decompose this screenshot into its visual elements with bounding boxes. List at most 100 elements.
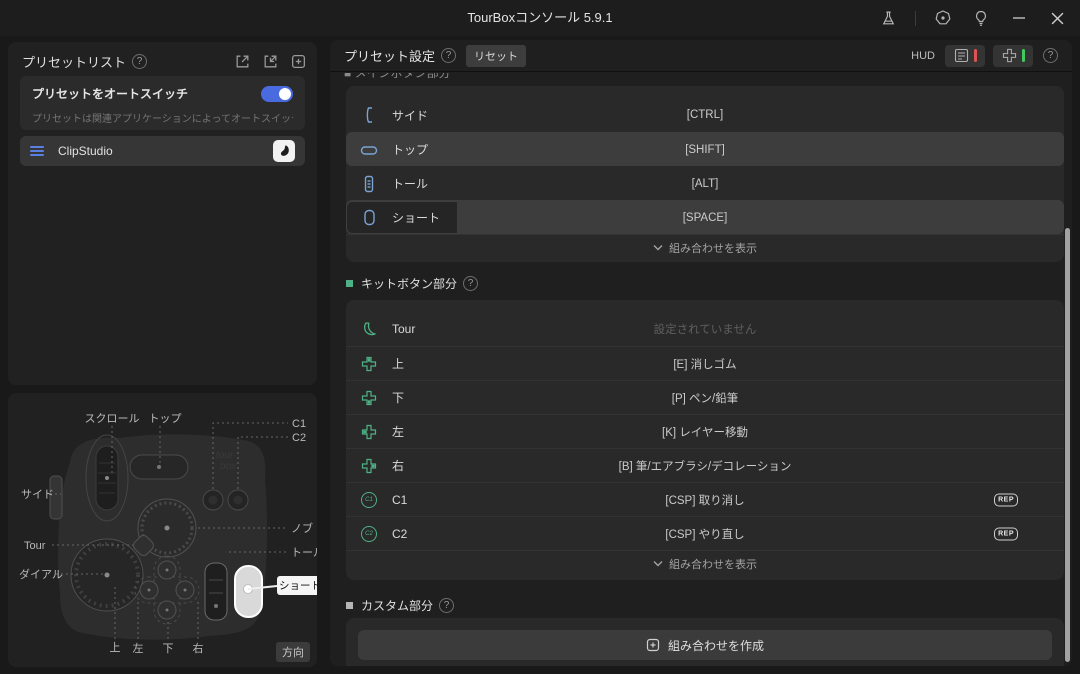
titlebar: TourBoxコンソール 5.9.1 (0, 0, 1080, 36)
settings-icon[interactable] (932, 7, 954, 29)
plus-square-icon (646, 638, 660, 652)
section-title: キットボタン部分 (361, 275, 457, 292)
binding-row-tour[interactable]: Tour 設定されていません (346, 312, 1064, 346)
hud-help-icon[interactable]: ? (1043, 48, 1058, 63)
device-short-tooltip: ショート (277, 576, 317, 595)
binding-value: [CSP] やり直し (346, 526, 1064, 542)
device-label-down: 下 (163, 643, 174, 655)
binding-row-short[interactable]: ショート [SPACE] (346, 200, 1064, 234)
rep-badge: REP (994, 493, 1018, 506)
device-label-tall: トール (291, 547, 317, 559)
binding-row-dpad-left[interactable]: 左 [K] レイヤー移動 (346, 414, 1064, 448)
kit-buttons-section-header: キットボタン部分 ? (346, 274, 478, 292)
hint-bulb-icon[interactable] (970, 7, 992, 29)
autoswitch-toggle[interactable] (261, 86, 293, 102)
vertical-scrollbar[interactable] (1065, 228, 1070, 662)
create-combination-button[interactable]: 組み合わせを作成 (358, 630, 1052, 660)
preset-list-title: プリセットリスト (22, 52, 126, 71)
binding-label: 上 (392, 355, 404, 372)
custom-section-header: カスタム部分 ? (346, 596, 454, 614)
close-button[interactable] (1046, 7, 1068, 29)
binding-label: 下 (392, 389, 404, 406)
device-label-c2: C2 (292, 432, 306, 444)
preset-name: ClipStudio (58, 144, 113, 158)
binding-row-dpad-down[interactable]: 下 [P] ペン/鉛筆 (346, 380, 1064, 414)
binding-row-dpad-up[interactable]: 上 [E] 消しゴム (346, 346, 1064, 380)
device-label-short: ショート (279, 580, 317, 592)
binding-label: 左 (392, 423, 404, 440)
device-tall-button[interactable] (205, 563, 227, 620)
binding-value: [SPACE] (346, 212, 1064, 224)
drag-handle-icon[interactable] (30, 146, 44, 156)
binding-value: [CSP] 取り消し (346, 492, 1064, 508)
autoswitch-description: プリセットは関連アプリケーションによってオートスイッチされます。 (32, 110, 293, 125)
hud-list-icon (954, 48, 969, 63)
binding-value: [E] 消しゴム (346, 356, 1064, 372)
binding-value: 設定されていません (346, 321, 1064, 337)
direction-mode-button[interactable]: 方向 (276, 642, 310, 662)
binding-label: ショート (392, 209, 440, 226)
export-preset-icon[interactable] (233, 52, 251, 70)
main-buttons-card: サイド [CTRL] トップ [SHIFT] トール [ALT] (346, 86, 1064, 262)
settings-title: プリセット設定 (344, 46, 435, 65)
lab-flask-icon[interactable] (877, 7, 899, 29)
section-title: カスタム部分 (361, 597, 433, 614)
footer-label: 組み合わせを表示 (669, 556, 757, 572)
device-label-tour: Tour (24, 540, 46, 552)
short-button-icon (360, 209, 378, 227)
binding-value: [CTRL] (346, 109, 1064, 121)
binding-row-c1[interactable]: C1 C1 [CSP] 取り消し REP (346, 482, 1064, 516)
binding-label: Tour (392, 322, 415, 336)
preset-list-help-icon[interactable]: ? (132, 54, 147, 69)
binding-label: 右 (392, 457, 404, 474)
device-label-top: トップ (149, 412, 182, 425)
hud-list-toggle[interactable] (945, 45, 985, 67)
binding-value: [ALT] (346, 178, 1064, 190)
minimize-button[interactable] (1008, 7, 1030, 29)
device-logo-line1: tour (216, 450, 234, 461)
footer-label: 組み合わせを表示 (669, 240, 757, 256)
rep-badge: REP (994, 527, 1018, 540)
binding-value: [P] ペン/鉛筆 (346, 390, 1064, 406)
preset-settings-panel: プリセット設定 ? リセット HUD ? ■ メインボタン部分 (330, 40, 1072, 666)
show-combinations-link[interactable]: 組み合わせを表示 (346, 234, 1064, 260)
import-preset-icon[interactable] (261, 52, 279, 70)
settings-header: プリセット設定 ? リセット HUD ? (330, 40, 1072, 72)
binding-row-c2[interactable]: C2 C2 [CSP] やり直し REP (346, 516, 1064, 550)
add-preset-icon[interactable] (289, 52, 307, 70)
hud-dpad-toggle[interactable] (993, 45, 1033, 67)
device-label-scroll: スクロール (85, 412, 140, 425)
binding-label: トール (392, 175, 428, 192)
show-combinations-link[interactable]: 組み合わせを表示 (346, 550, 1064, 576)
custom-card: 組み合わせを作成 (346, 618, 1064, 666)
kit-help-icon[interactable]: ? (463, 276, 478, 291)
device-label-right: 右 (193, 641, 204, 655)
settings-help-icon[interactable]: ? (441, 48, 456, 63)
binding-row-dpad-right[interactable]: 右 [B] 筆/エアブラシ/デコレーション (346, 448, 1064, 482)
binding-row-tall[interactable]: トール [ALT] (346, 166, 1064, 200)
section-bullet (346, 280, 353, 287)
reset-button[interactable]: リセット (466, 45, 526, 67)
binding-label: サイド (392, 107, 428, 124)
device-label-c1: C1 (292, 418, 306, 430)
titlebar-separator (915, 11, 916, 26)
device-label-left: 左 (133, 642, 144, 655)
create-combination-label: 組み合わせを作成 (668, 637, 764, 654)
binding-label: C1 (392, 493, 407, 507)
preset-item-clipstudio[interactable]: ClipStudio (20, 136, 305, 166)
custom-help-icon[interactable]: ? (439, 598, 454, 613)
hud-list-status-off (974, 49, 977, 62)
binding-label: C2 (392, 527, 407, 541)
device-label-up: 上 (110, 641, 121, 654)
binding-row-top[interactable]: トップ [SHIFT] (346, 132, 1064, 166)
device-diagram-panel: tour box (8, 393, 317, 667)
autoswitch-title: プリセットをオートスイッチ (32, 85, 293, 102)
chevron-down-icon (653, 244, 663, 251)
binding-value: [SHIFT] (346, 144, 1064, 156)
device-label-knob: ノブ (291, 521, 313, 535)
binding-label: トップ (392, 141, 428, 158)
hud-label: HUD (911, 50, 935, 62)
hud-dpad-status-on (1022, 49, 1025, 62)
svg-text:方向: 方向 (282, 645, 304, 659)
binding-row-side[interactable]: サイド [CTRL] (346, 98, 1064, 132)
